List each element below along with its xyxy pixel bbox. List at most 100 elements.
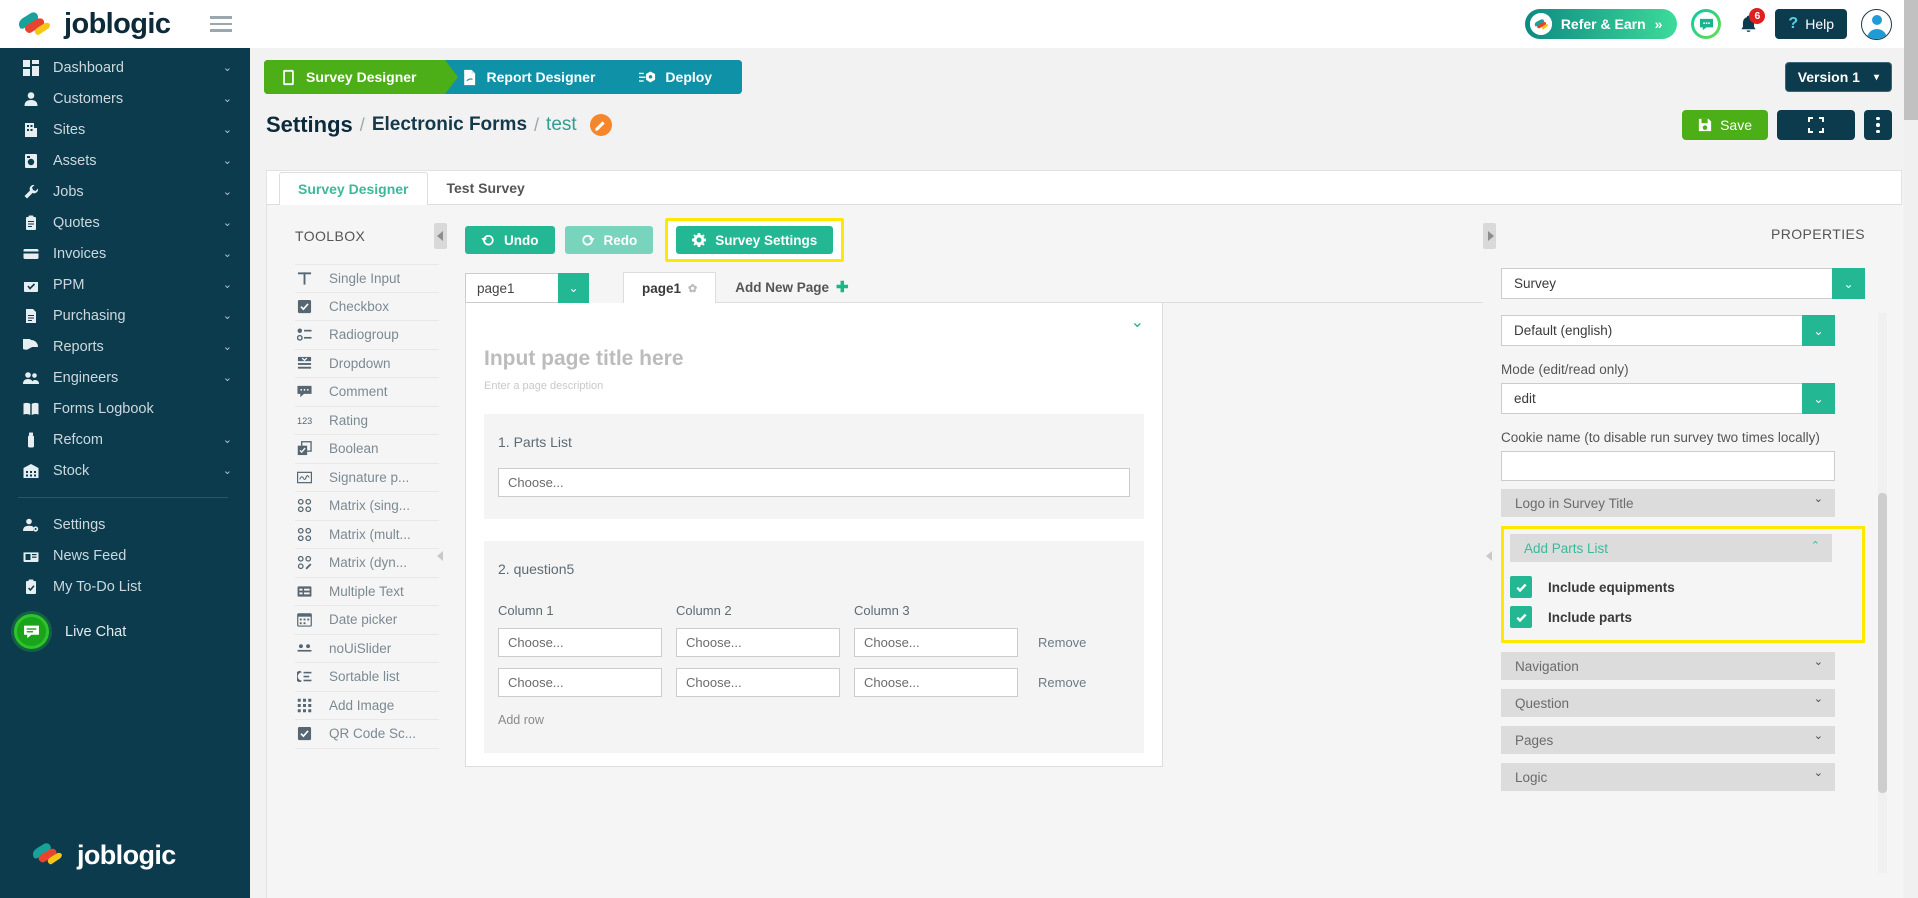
toolbox-item-dropdown[interactable]: Dropdown <box>295 350 439 378</box>
accordion-label: Pages <box>1515 732 1554 748</box>
toolbox-item-noui-slider[interactable]: noUiSlider <box>295 635 439 663</box>
save-button[interactable]: Save <box>1682 110 1768 140</box>
sidebar-item-engineers[interactable]: Engineers ⌄ <box>0 362 250 393</box>
sidebar-item-stock[interactable]: Stock ⌄ <box>0 455 250 486</box>
cookie-name-input[interactable] <box>1501 451 1835 481</box>
toolbox-collapse-handle[interactable] <box>434 223 447 249</box>
sidebar-item-jobs[interactable]: Jobs ⌄ <box>0 176 250 207</box>
page-title-placeholder[interactable]: Input page title here <box>466 303 1162 371</box>
wizard-step-report-designer[interactable]: Report Designer <box>444 60 637 94</box>
toolbox-collapse-handle-mid[interactable] <box>434 543 447 569</box>
breadcrumb-settings[interactable]: Settings <box>266 112 353 138</box>
mode-select[interactable]: edit ⌄ <box>1501 383 1835 414</box>
add-new-page-button[interactable]: Add New Page ✚ <box>716 271 867 302</box>
toolbox-item-boolean[interactable]: Boolean <box>295 435 439 464</box>
wizard-step-deploy[interactable]: Deploy <box>623 60 743 94</box>
refer-and-earn-button[interactable]: Refer & Earn » <box>1524 9 1678 39</box>
sidebar-item-invoices[interactable]: Invoices ⌄ <box>0 238 250 269</box>
toolbox-item-matrix-multi[interactable]: Matrix (mult... <box>295 521 439 549</box>
multiple-text-icon <box>295 584 313 599</box>
toolbox-item-single-input[interactable]: Single Input <box>295 264 439 293</box>
sidebar-item-news-feed[interactable]: News Feed <box>0 540 250 571</box>
add-row-button[interactable]: Add row <box>498 713 1130 727</box>
redo-button[interactable]: Redo <box>564 226 654 254</box>
toolbox-item-matrix-single[interactable]: Matrix (sing... <box>295 492 439 521</box>
toolbox-item-checkbox[interactable]: Checkbox <box>295 293 439 321</box>
toolbox-item-matrix-dynamic[interactable]: Matrix (dyn... <box>295 549 439 578</box>
help-button[interactable]: ? Help <box>1775 9 1847 39</box>
remove-row-button[interactable]: Remove <box>1038 635 1086 650</box>
fullscreen-button[interactable] <box>1777 110 1855 140</box>
accordion-navigation[interactable]: Navigation ⌄ <box>1501 652 1835 680</box>
remove-row-button[interactable]: Remove <box>1038 675 1086 690</box>
accordion-add-parts-list[interactable]: Add Parts List ⌃ <box>1510 534 1832 562</box>
version-selector[interactable]: Version 1 ▾ <box>1784 62 1892 92</box>
toolbox-item-multiple-text[interactable]: Multiple Text <box>295 578 439 606</box>
page-scrollbar[interactable] <box>1904 0 1918 898</box>
undo-button[interactable]: Undo <box>465 226 555 254</box>
sidebar-item-dashboard[interactable]: Dashboard ⌄ <box>0 52 250 83</box>
matrix-select[interactable]: Choose... <box>498 668 662 697</box>
gear-icon[interactable]: ✿ <box>688 282 697 295</box>
matrix-select[interactable]: Choose... <box>854 628 1018 657</box>
properties-collapse-handle[interactable] <box>1483 223 1496 249</box>
toolbox-item-signature-pad[interactable]: Signature p... <box>295 464 439 492</box>
accordion-logo-in-survey-title[interactable]: Logo in Survey Title ⌄ <box>1501 489 1835 517</box>
toolbox-item-comment[interactable]: Comment <box>295 378 439 407</box>
survey-settings-button[interactable]: Survey Settings <box>676 226 834 254</box>
live-chat-button[interactable]: Live Chat <box>0 602 250 649</box>
question-block-question5[interactable]: 2. question5 Column 1 Column 2 Column 3 … <box>484 541 1144 753</box>
sidebar-item-my-to-do-list[interactable]: My To-Do List <box>0 571 250 602</box>
tab-test-survey[interactable]: Test Survey <box>428 171 544 204</box>
matrix-select[interactable]: Choose... <box>676 668 840 697</box>
properties-collapse-handle-mid[interactable] <box>1483 543 1496 569</box>
scrollbar-thumb[interactable] <box>1904 0 1918 120</box>
sidebar-item-assets[interactable]: Assets ⌄ <box>0 145 250 176</box>
sidebar-item-settings[interactable]: Settings <box>0 509 250 540</box>
properties-scrollbar[interactable] <box>1878 313 1887 873</box>
locale-select[interactable]: Default (english) ⌄ <box>1501 315 1835 346</box>
sidebar-item-quotes[interactable]: Quotes ⌄ <box>0 207 250 238</box>
toolbox-item-add-image[interactable]: Add Image <box>295 692 439 720</box>
tab-survey-designer[interactable]: Survey Designer <box>279 172 428 205</box>
chevron-down-icon[interactable]: ⌄ <box>1131 312 1144 332</box>
wizard-step-survey-designer[interactable]: Survey Designer <box>264 60 457 94</box>
pencil-icon[interactable] <box>589 114 612 136</box>
page-tab-page1[interactable]: page1 ✿ <box>623 272 717 303</box>
toolbox-item-sortable-list[interactable]: Sortable list <box>295 663 439 692</box>
matrix-cell: Choose... <box>498 628 676 657</box>
toolbox-item-radiogroup[interactable]: Radiogroup <box>295 321 439 350</box>
matrix-single-icon <box>295 498 313 513</box>
version-label: Version 1 <box>1797 69 1860 85</box>
sidebar-item-sites[interactable]: Sites ⌄ <box>0 114 250 145</box>
checkbox-include-equipments[interactable]: Include equipments <box>1507 572 1859 602</box>
matrix-select[interactable]: Choose... <box>676 628 840 657</box>
sidebar-item-refcom[interactable]: Refcom ⌄ <box>0 424 250 455</box>
chat-dots-icon[interactable] <box>1691 9 1722 39</box>
notifications-bell[interactable]: 6 <box>1735 8 1766 39</box>
matrix-select[interactable]: Choose... <box>498 628 662 657</box>
properties-object-select[interactable]: Survey ⌄ <box>1501 268 1865 299</box>
accordion-logic[interactable]: Logic ⌄ <box>1501 763 1835 791</box>
toolbox-item-qr-code-scanner[interactable]: QR Code Sc... <box>295 720 439 749</box>
user-avatar[interactable] <box>1861 8 1892 40</box>
sidebar-item-ppm[interactable]: PPM ⌄ <box>0 269 250 300</box>
sidebar-item-customers[interactable]: Customers ⌄ <box>0 83 250 114</box>
breadcrumb-electronic-forms[interactable]: Electronic Forms <box>372 114 527 136</box>
parts-list-select[interactable]: Choose... <box>498 468 1130 497</box>
sidebar-item-reports[interactable]: Reports ⌄ <box>0 331 250 362</box>
accordion-pages[interactable]: Pages ⌄ <box>1501 726 1835 754</box>
sidebar-item-forms-logbook[interactable]: Forms Logbook <box>0 393 250 424</box>
more-options-button[interactable] <box>1864 110 1892 140</box>
accordion-question[interactable]: Question ⌄ <box>1501 689 1835 717</box>
page-description-placeholder[interactable]: Enter a page description <box>466 371 1162 392</box>
sidebar-item-purchasing[interactable]: Purchasing ⌄ <box>0 300 250 331</box>
scrollbar-thumb[interactable] <box>1878 493 1887 793</box>
toolbox-item-rating[interactable]: 123 Rating <box>295 407 439 435</box>
checkbox-include-parts[interactable]: Include parts <box>1507 602 1859 632</box>
toolbox-item-date-picker[interactable]: Date picker <box>295 606 439 635</box>
page-select-dropdown[interactable]: page1 ⌄ <box>465 273 589 303</box>
hamburger-menu-icon[interactable] <box>210 16 232 32</box>
question-block-parts-list[interactable]: 1. Parts List Choose... <box>484 414 1144 519</box>
matrix-select[interactable]: Choose... <box>854 668 1018 697</box>
